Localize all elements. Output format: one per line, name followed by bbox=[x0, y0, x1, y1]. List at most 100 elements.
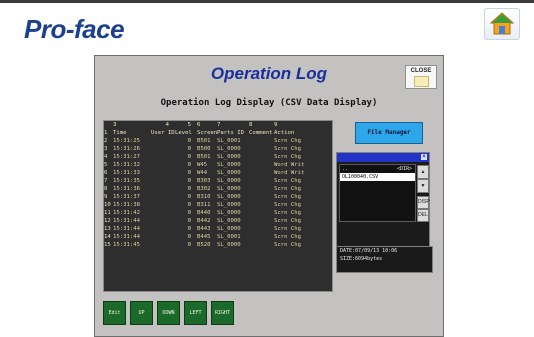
file-manager-titlebar bbox=[337, 153, 429, 162]
column-number-row: 3 4 5 6 7 8 9 bbox=[113, 122, 278, 128]
table-cell: Scrn Chg bbox=[274, 218, 301, 224]
table-cell bbox=[151, 185, 175, 193]
table-cell: 0 bbox=[187, 154, 191, 160]
table-cell: 0 bbox=[187, 146, 191, 152]
table-cell: B443 bbox=[197, 226, 211, 232]
table-cell: 15:31:32 bbox=[113, 162, 140, 168]
table-cell: 15:31:44 bbox=[113, 226, 140, 232]
table-cell: Word Writ bbox=[274, 162, 305, 168]
table-cell: 8 bbox=[104, 186, 108, 192]
table-cell: B442 bbox=[197, 218, 211, 224]
file-manager-button[interactable]: File Manager bbox=[355, 122, 423, 144]
home-button[interactable] bbox=[484, 8, 520, 40]
table-cell bbox=[151, 161, 175, 169]
table-row: 12 15:31:44 0 B442 SL_0000 Scrn Chg bbox=[104, 217, 332, 225]
close-button[interactable]: CLOSE bbox=[405, 65, 437, 89]
table-cell: SL_0001 bbox=[217, 234, 241, 240]
table-cell: 0 bbox=[187, 186, 191, 192]
table-cell bbox=[151, 225, 175, 233]
table-cell bbox=[249, 193, 274, 201]
table-cell: Scrn Chg bbox=[274, 146, 301, 152]
table-row: 13 15:31:44 0 B443 SL_0000 Scrn Chg bbox=[104, 225, 332, 233]
table-cell: SL_0000 bbox=[217, 202, 241, 208]
delete-button[interactable]: DEL bbox=[417, 209, 429, 222]
table-cell: B501 bbox=[197, 154, 211, 160]
table-cell: 0 bbox=[187, 210, 191, 216]
table-cell: 15:31:45 bbox=[113, 242, 140, 248]
table-cell: 14 bbox=[104, 234, 111, 240]
table-row: 11 15:31:42 0 B440 SL_0000 Scrn Chg bbox=[104, 209, 332, 217]
table-cell: 0 bbox=[187, 162, 191, 168]
header-row: 1 Time User ID Level Screen Parts ID Com… bbox=[104, 130, 295, 136]
table-cell bbox=[151, 241, 175, 249]
table-cell: Scrn Chg bbox=[274, 234, 301, 240]
table-cell bbox=[249, 153, 274, 161]
table-cell: Scrn Chg bbox=[274, 210, 301, 216]
table-cell: SL_0001 bbox=[217, 138, 241, 144]
edit-button[interactable]: Edit bbox=[103, 301, 126, 325]
table-cell: 3 bbox=[104, 146, 108, 152]
table-row: 14 15:31:44 0 B445 SL_0001 Scrn Chg bbox=[104, 233, 332, 241]
table-cell: 15:31:33 bbox=[113, 170, 140, 176]
table-cell bbox=[151, 233, 175, 241]
table-cell: Scrn Chg bbox=[274, 186, 301, 192]
table-cell bbox=[151, 177, 175, 185]
table-cell: 7 bbox=[104, 178, 108, 184]
table-cell bbox=[249, 185, 274, 193]
table-cell: Scrn Chg bbox=[274, 138, 301, 144]
table-cell: 0 bbox=[187, 218, 191, 224]
down-button[interactable]: DOWN bbox=[157, 301, 180, 325]
table-cell: 10 bbox=[104, 202, 111, 208]
scroll-down-button[interactable]: ▼ bbox=[417, 179, 429, 193]
up-button[interactable]: UP bbox=[130, 301, 153, 325]
table-cell: 15:31:26 bbox=[113, 146, 140, 152]
table-cell: 0 bbox=[187, 226, 191, 232]
table-cell bbox=[151, 209, 175, 217]
table-cell bbox=[249, 177, 274, 185]
right-button[interactable]: RIGHT bbox=[211, 301, 234, 325]
file-list-item[interactable]: .. <DIR> bbox=[340, 165, 415, 173]
table-cell: SL_0000 bbox=[217, 154, 241, 160]
file-list: .. <DIR> OL100040.CSV bbox=[339, 164, 416, 222]
table-row: 3 15:31:26 0 B500 SL_0000 Scrn Chg bbox=[104, 145, 332, 153]
close-label: CLOSE bbox=[410, 68, 432, 74]
table-cell bbox=[249, 225, 274, 233]
table-cell: W44 bbox=[197, 170, 208, 176]
table-cell: B310 bbox=[197, 194, 211, 200]
table-cell: W45 bbox=[197, 162, 208, 168]
table-cell: SL_0000 bbox=[217, 162, 241, 168]
file-manager-close-icon[interactable]: × bbox=[421, 154, 427, 160]
file-date: DATE:07/09/13 10:06 bbox=[340, 248, 398, 254]
table-cell: 0 bbox=[187, 242, 191, 248]
brand-logo: Pro-face bbox=[24, 14, 125, 44]
table-cell: 15:31:36 bbox=[113, 186, 140, 192]
table-cell: 0 bbox=[187, 138, 191, 144]
table-cell bbox=[151, 145, 175, 153]
table-cell bbox=[249, 233, 274, 241]
table-cell: 15:31:37 bbox=[113, 194, 140, 200]
table-cell: 0 bbox=[187, 194, 191, 200]
table-cell: 0 bbox=[187, 234, 191, 240]
table-row: 9 15:31:37 0 B310 SL_0000 Scrn Chg bbox=[104, 193, 332, 201]
table-row: 2 15:31:25 0 B501 SL_0001 Scrn Chg bbox=[104, 137, 332, 145]
table-cell: 15:31:44 bbox=[113, 234, 140, 240]
table-row: 15 15:31:45 0 B520 SL_0000 Scrn Chg bbox=[104, 241, 332, 249]
table-cell: 0 bbox=[187, 202, 191, 208]
panel-subtitle: Operation Log Display (CSV Data Display) bbox=[160, 98, 378, 108]
file-detail: DATE:07/09/13 10:06 SIZE:6094bytes bbox=[336, 246, 433, 273]
table-cell: Scrn Chg bbox=[274, 178, 301, 184]
file-list-item[interactable]: OL100040.CSV bbox=[340, 173, 415, 181]
display-button[interactable]: DISP bbox=[417, 196, 430, 209]
home-icon bbox=[489, 12, 515, 35]
table-cell: SL_0000 bbox=[217, 242, 241, 248]
table-cell: SL_0000 bbox=[217, 210, 241, 216]
table-cell: 15:31:35 bbox=[113, 178, 140, 184]
left-button[interactable]: LEFT bbox=[184, 301, 207, 325]
table-row: 10 15:31:38 0 B311 SL_0000 Scrn Chg bbox=[104, 201, 332, 209]
scroll-up-button[interactable]: ▲ bbox=[417, 165, 429, 179]
table-cell: SL_0000 bbox=[217, 186, 241, 192]
table-cell bbox=[249, 169, 274, 177]
table-row: 8 15:31:36 0 B302 SL_0000 Scrn Chg bbox=[104, 185, 332, 193]
table-cell: 12 bbox=[104, 218, 111, 224]
table-cell bbox=[151, 201, 175, 209]
